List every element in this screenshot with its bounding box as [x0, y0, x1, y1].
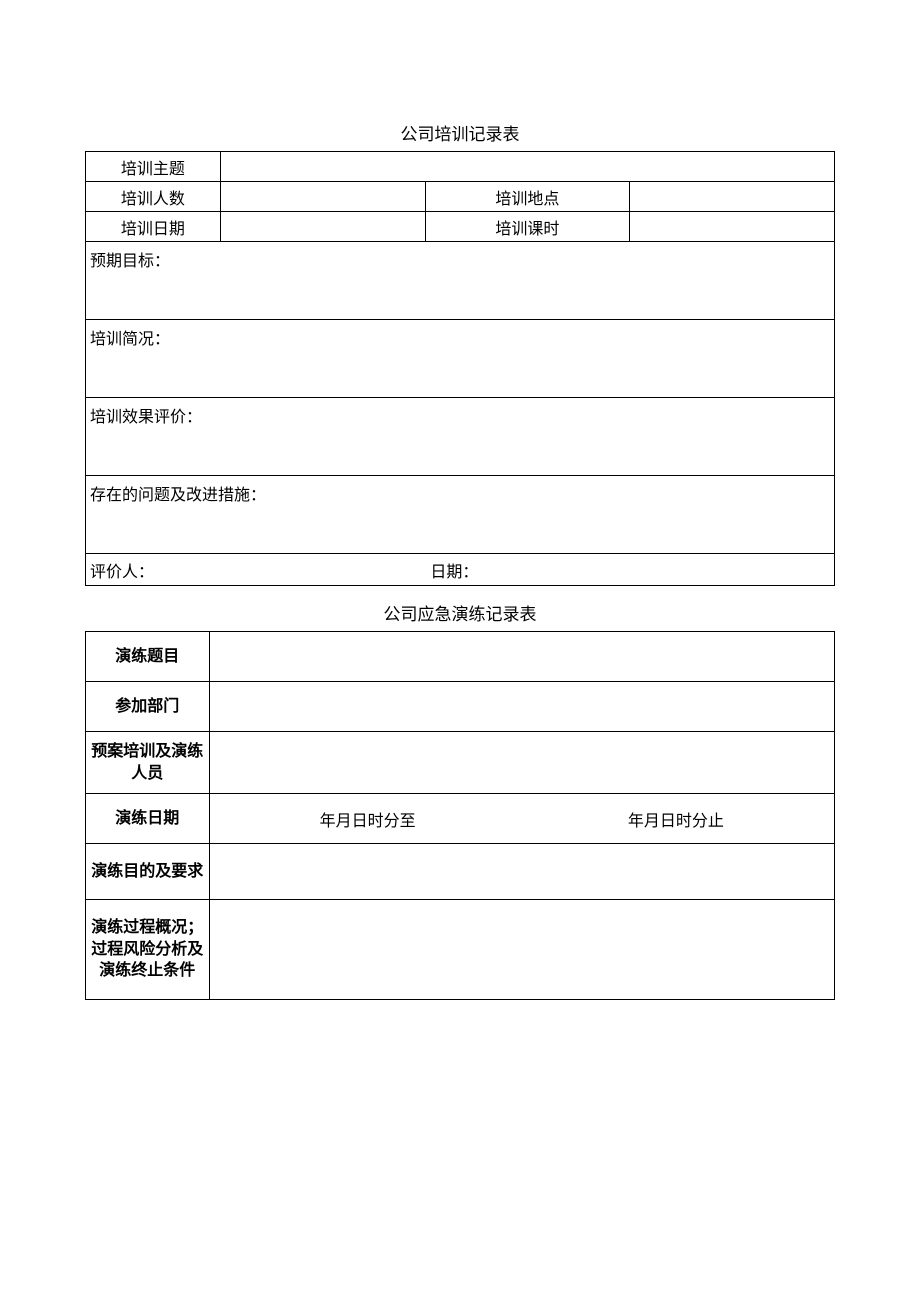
- evaluator-row: 评价人： 日期：: [86, 554, 835, 586]
- label-personnel: 预案培训及演练人员: [86, 732, 210, 794]
- label-date: 培训日期: [86, 212, 221, 242]
- problems-block: 存在的问题及改进措施：: [86, 476, 835, 554]
- label-purpose: 演练目的及要求: [86, 844, 210, 900]
- value-count: [220, 182, 425, 212]
- value-hours: [630, 212, 835, 242]
- label-drill-date: 演练日期: [86, 794, 210, 844]
- value-drill-date: 年月日时分至 年月日时分止: [209, 794, 834, 844]
- form2-title: 公司应急演练记录表: [85, 600, 835, 625]
- training-record-table: 培训主题 培训人数 培训地点 培训日期 培训课时 预期目标： 培训简况： 培训效…: [85, 151, 835, 586]
- form1-title: 公司培训记录表: [85, 120, 835, 145]
- value-dept: [209, 682, 834, 732]
- goal-block: 预期目标：: [86, 242, 835, 320]
- date-from: 年月日时分至: [320, 807, 416, 831]
- value-purpose: [209, 844, 834, 900]
- label-hours: 培训课时: [425, 212, 630, 242]
- label-count: 培训人数: [86, 182, 221, 212]
- label-process: 演练过程概况；过程风险分析及演练终止条件: [86, 900, 210, 1000]
- value-location: [630, 182, 835, 212]
- label-topic: 培训主题: [86, 152, 221, 182]
- value-subject: [209, 632, 834, 682]
- overview-block: 培训简况：: [86, 320, 835, 398]
- value-date: [220, 212, 425, 242]
- value-personnel: [209, 732, 834, 794]
- date-to: 年月日时分止: [628, 807, 724, 831]
- label-dept: 参加部门: [86, 682, 210, 732]
- label-subject: 演练题目: [86, 632, 210, 682]
- value-topic: [220, 152, 834, 182]
- effect-block: 培训效果评价：: [86, 398, 835, 476]
- label-location: 培训地点: [425, 182, 630, 212]
- emergency-drill-table: 演练题目 参加部门 预案培训及演练人员 演练日期 年月日时分至 年月日时分止 演…: [85, 631, 835, 1000]
- value-process: [209, 900, 834, 1000]
